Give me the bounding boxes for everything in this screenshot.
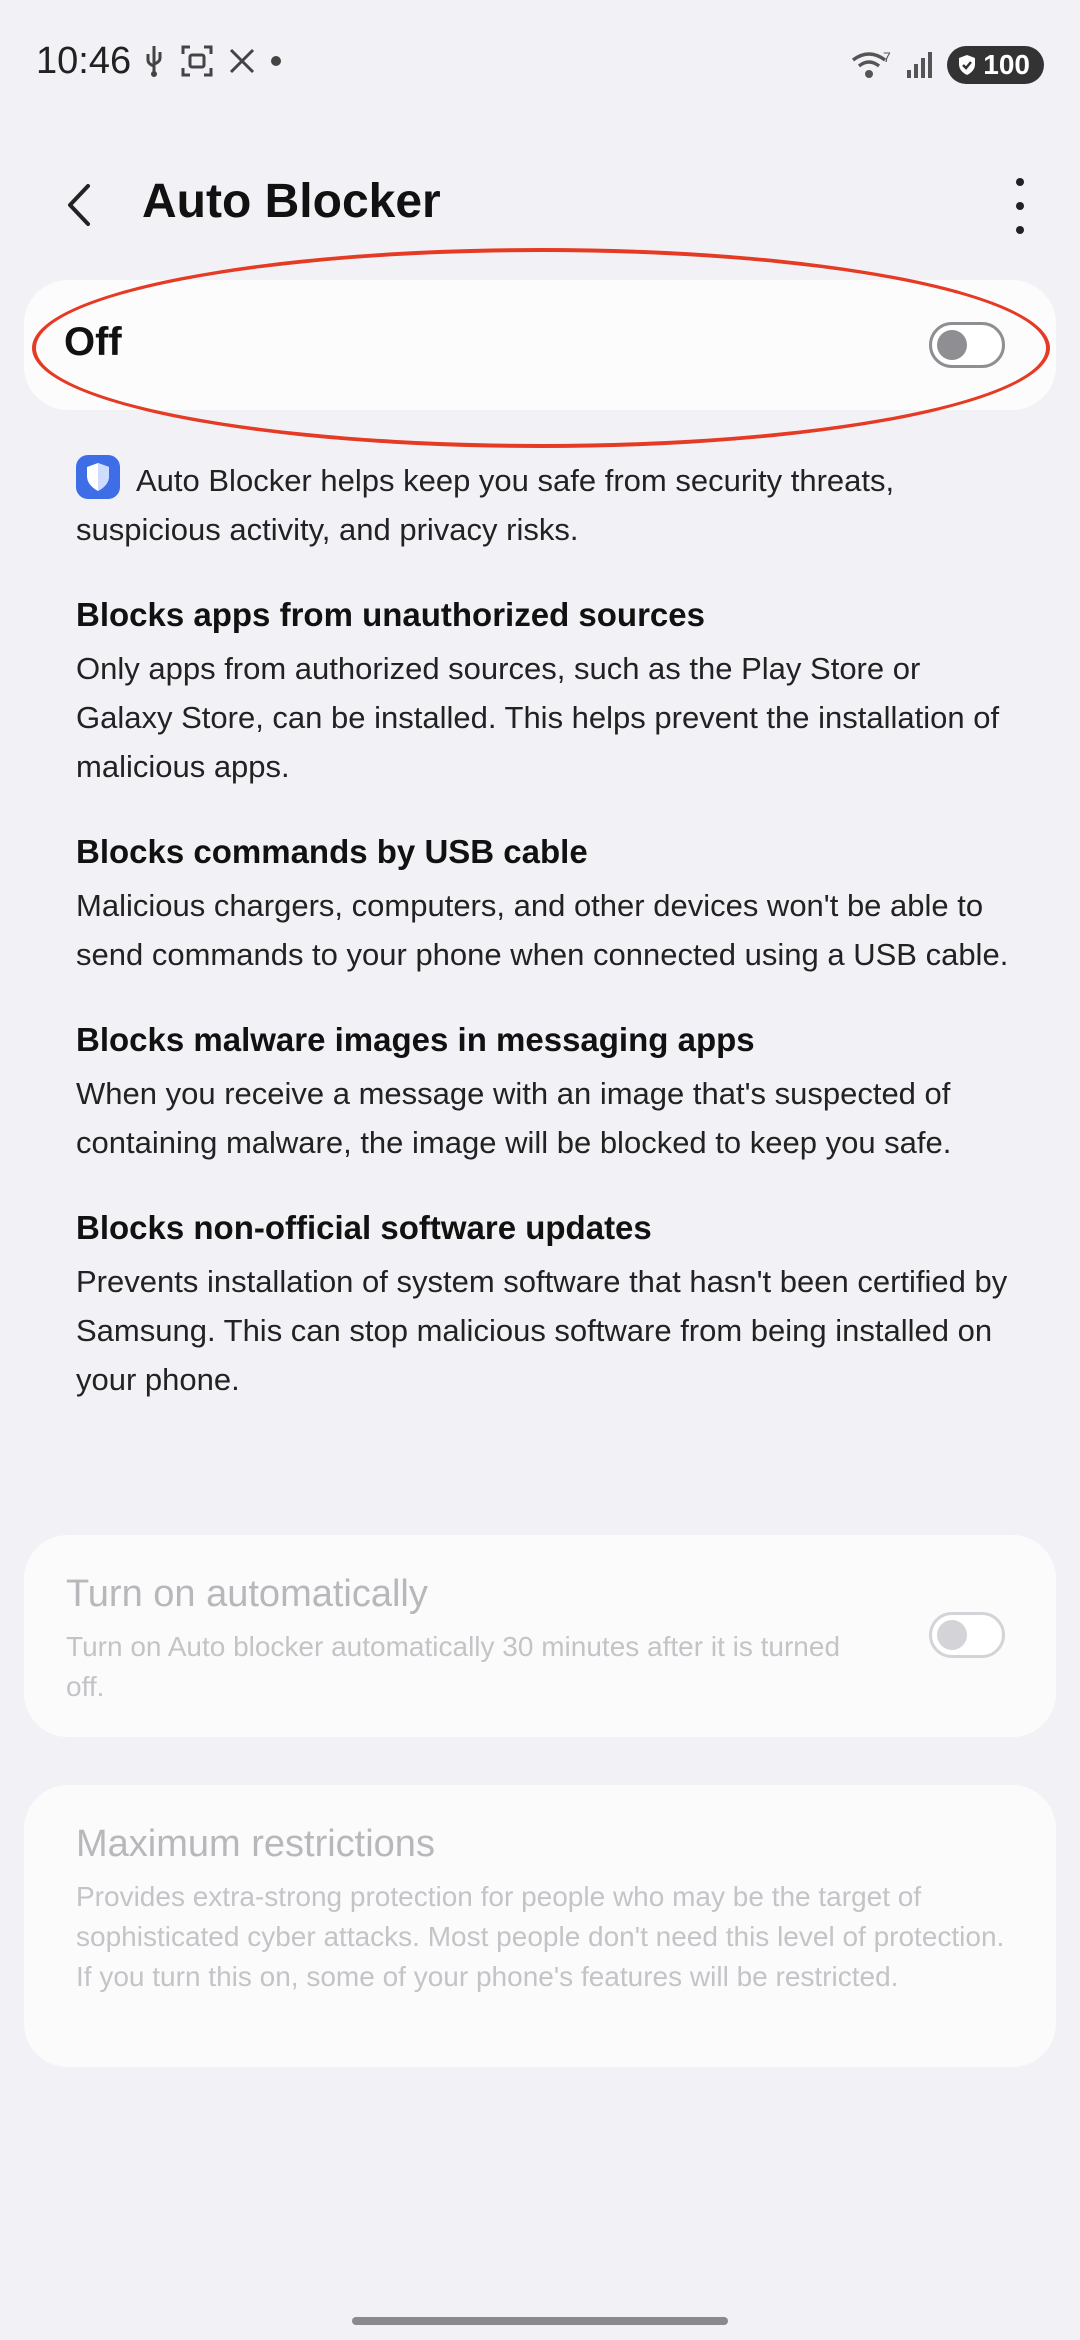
- more-dot: [1016, 226, 1024, 234]
- x-app-icon: [229, 48, 255, 74]
- status-bar: 10:46 7 100: [0, 0, 1080, 130]
- feature-desc: Prevents installation of system software…: [76, 1264, 1008, 1397]
- wifi-icon: 7: [852, 49, 891, 78]
- feature-description: Auto Blocker helps keep you safe from se…: [76, 455, 1016, 1404]
- shield-icon: [76, 455, 120, 499]
- battery-level: 100: [983, 49, 1030, 80]
- max-restrictions-desc: Provides extra-strong protection for peo…: [76, 1881, 1005, 1992]
- more-vertical-icon: [1016, 178, 1024, 186]
- max-restrictions-card[interactable]: Maximum restrictions Provides extra-stro…: [24, 1785, 1056, 2067]
- auto-turn-on-toggle[interactable]: [929, 1612, 1005, 1658]
- max-restrictions-title: Maximum restrictions: [76, 1823, 435, 1865]
- auto-turn-on-card[interactable]: Turn on automatically Turn on Auto block…: [24, 1535, 1056, 1737]
- battery-shield-icon: [959, 55, 976, 75]
- more-dot: [1016, 202, 1024, 210]
- dot-icon: [271, 56, 281, 66]
- status-time: 10:46: [36, 40, 132, 82]
- auto-turn-on-desc: Turn on Auto blocker automatically 30 mi…: [66, 1631, 841, 1702]
- feature-item: Blocks apps from unauthorized sources On…: [76, 592, 1016, 791]
- feature-desc: When you receive a message with an image…: [76, 1076, 952, 1160]
- back-button[interactable]: [56, 180, 106, 230]
- feature-item: Blocks commands by USB cable Malicious c…: [76, 829, 1016, 979]
- back-arrow-icon: [68, 184, 90, 226]
- page-title: Auto Blocker: [142, 175, 441, 228]
- usb-icon: [146, 46, 162, 77]
- feature-title: Blocks non-official software updates: [76, 1209, 652, 1246]
- intro-paragraph: Auto Blocker helps keep you safe from se…: [76, 455, 1016, 554]
- feature-desc: Malicious chargers, computers, and other…: [76, 888, 1009, 972]
- more-options-button[interactable]: [1000, 178, 1040, 234]
- status-system-icons: 7 100: [849, 46, 1044, 84]
- feature-title: Blocks malware images in messaging apps: [76, 1021, 755, 1058]
- feature-item: Blocks malware images in messaging apps …: [76, 1017, 1016, 1167]
- home-indicator[interactable]: [352, 2317, 728, 2325]
- intro-text: Auto Blocker helps keep you safe from se…: [76, 463, 895, 547]
- battery-indicator: 100: [947, 46, 1044, 84]
- feature-item: Blocks non-official software updates Pre…: [76, 1205, 1016, 1404]
- master-switch-card[interactable]: Off: [24, 280, 1056, 410]
- toggle-knob: [937, 330, 967, 360]
- svg-text:7: 7: [883, 49, 891, 65]
- status-notification-icons: [142, 44, 282, 78]
- app-header: Auto Blocker: [0, 160, 1080, 250]
- feature-desc: Only apps from authorized sources, such …: [76, 651, 1000, 784]
- signal-icon: [907, 52, 933, 78]
- auto-turn-on-title: Turn on automatically: [66, 1573, 428, 1615]
- toggle-knob: [937, 1620, 967, 1650]
- feature-title: Blocks commands by USB cable: [76, 833, 588, 870]
- master-toggle[interactable]: [929, 322, 1005, 368]
- screenshot-icon: [181, 45, 213, 77]
- master-switch-label: Off: [64, 320, 122, 364]
- feature-title: Blocks apps from unauthorized sources: [76, 596, 705, 633]
